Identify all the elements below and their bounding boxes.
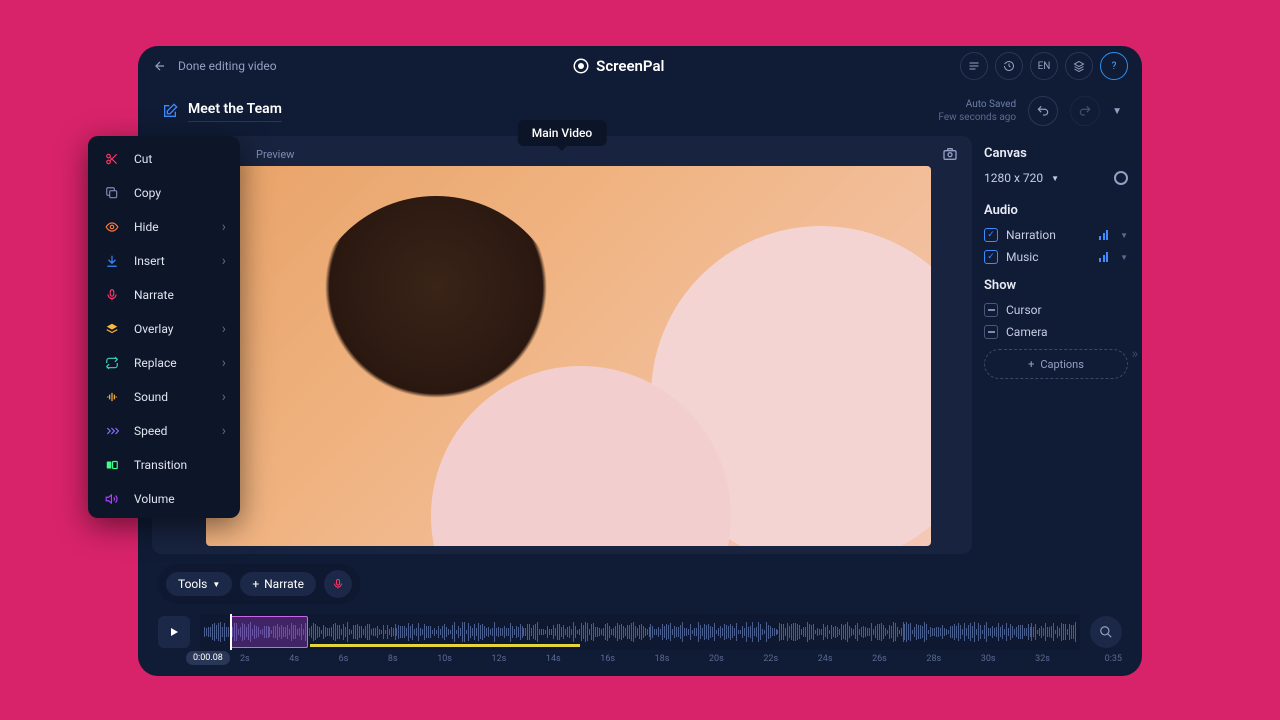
menu-transition[interactable]: Transition bbox=[88, 448, 240, 482]
preview-label: Preview bbox=[256, 148, 294, 161]
canvas-title: Canvas bbox=[984, 146, 1128, 161]
playhead[interactable] bbox=[230, 614, 232, 650]
zoom-button[interactable] bbox=[1090, 616, 1122, 648]
menu-speed[interactable]: Speed bbox=[88, 414, 240, 448]
plus-icon: + bbox=[1028, 358, 1034, 371]
show-cursor-row[interactable]: Cursor bbox=[984, 303, 1128, 317]
preview-panel: Main Video Preview bbox=[152, 136, 972, 554]
show-camera-row[interactable]: Camera bbox=[984, 325, 1128, 339]
current-time-badge: 0:00.08 bbox=[186, 651, 230, 665]
caret-down-icon[interactable]: ▼ bbox=[1112, 106, 1122, 117]
cursor-checkbox[interactable] bbox=[984, 303, 998, 317]
menu-narrate[interactable]: Narrate bbox=[88, 278, 240, 312]
edit-icon bbox=[162, 103, 178, 119]
bottom-area: Tools ▼ + Narrate bbox=[138, 554, 1142, 664]
title-row: Meet the Team Auto Saved Few seconds ago… bbox=[138, 86, 1142, 136]
overlay-icon bbox=[104, 321, 120, 337]
timeline[interactable] bbox=[200, 614, 1080, 650]
narrate-button[interactable]: + Narrate bbox=[240, 572, 316, 596]
audio-music-row[interactable]: ✓ Music ▼ bbox=[984, 250, 1128, 264]
audio-level-icon bbox=[1099, 252, 1108, 262]
music-checkbox[interactable]: ✓ bbox=[984, 250, 998, 264]
camera-checkbox[interactable] bbox=[984, 325, 998, 339]
menu-volume[interactable]: Volume bbox=[88, 482, 240, 516]
plus-icon: + bbox=[252, 577, 259, 591]
sound-icon bbox=[104, 389, 120, 405]
menu-overlay[interactable]: Overlay bbox=[88, 312, 240, 346]
show-title: Show bbox=[984, 278, 1128, 293]
preview-tooltip: Main Video bbox=[518, 120, 607, 146]
audio-level-icon bbox=[1099, 230, 1108, 240]
transition-icon bbox=[104, 457, 120, 473]
language-button[interactable]: EN bbox=[1030, 52, 1058, 80]
audio-narration-row[interactable]: ✓ Narration ▼ bbox=[984, 228, 1128, 242]
save-status: Auto Saved Few seconds ago bbox=[938, 98, 1016, 124]
brand: ScreenPal bbox=[277, 57, 960, 75]
replace-icon bbox=[104, 355, 120, 371]
narrate-icon bbox=[104, 287, 120, 303]
collapse-panel-icon[interactable]: » bbox=[1131, 346, 1138, 362]
menu-copy[interactable]: Copy bbox=[88, 176, 240, 210]
total-time: 0:35 bbox=[1105, 654, 1122, 664]
record-narration-button[interactable] bbox=[324, 570, 352, 598]
audio-title: Audio bbox=[984, 203, 1128, 218]
preview-image[interactable] bbox=[206, 166, 931, 546]
back-label[interactable]: Done editing video bbox=[178, 59, 277, 73]
play-button[interactable] bbox=[158, 616, 190, 648]
camera-icon[interactable] bbox=[942, 146, 958, 162]
menu-insert[interactable]: Insert bbox=[88, 244, 240, 278]
header: Done editing video ScreenPal EN ? bbox=[138, 46, 1142, 86]
help-button[interactable]: ? bbox=[1100, 52, 1128, 80]
track-segment bbox=[310, 644, 580, 647]
hide-icon bbox=[104, 219, 120, 235]
menu-hide[interactable]: Hide bbox=[88, 210, 240, 244]
menu-sound[interactable]: Sound bbox=[88, 380, 240, 414]
menu-cut[interactable]: Cut bbox=[88, 142, 240, 176]
clip-selection[interactable] bbox=[230, 616, 308, 648]
canvas-color-icon[interactable] bbox=[1114, 171, 1128, 185]
queue-icon[interactable] bbox=[960, 52, 988, 80]
volume-icon bbox=[104, 491, 120, 507]
canvas-size-selector[interactable]: 1280 x 720 ▼ bbox=[984, 171, 1128, 185]
insert-icon bbox=[104, 253, 120, 269]
tools-dropdown[interactable]: Tools ▼ bbox=[166, 572, 232, 596]
copy-icon bbox=[104, 185, 120, 201]
cut-icon bbox=[104, 151, 120, 167]
narration-checkbox[interactable]: ✓ bbox=[984, 228, 998, 242]
app-window: Done editing video ScreenPal EN ? Meet t… bbox=[138, 46, 1142, 676]
back-button[interactable] bbox=[152, 58, 168, 74]
project-title[interactable]: Meet the Team bbox=[188, 101, 282, 122]
speed-icon bbox=[104, 423, 120, 439]
menu-replace[interactable]: Replace bbox=[88, 346, 240, 380]
redo-button[interactable] bbox=[1070, 96, 1100, 126]
time-ruler: 0:00.08 2s4s6s8s10s12s14s16s18s20s22s24s… bbox=[158, 654, 1122, 664]
history-icon[interactable] bbox=[995, 52, 1023, 80]
add-captions-button[interactable]: + Captions bbox=[984, 349, 1128, 379]
right-panel: Canvas 1280 x 720 ▼ Audio ✓ Narration ▼ … bbox=[972, 136, 1128, 554]
layers-icon[interactable] bbox=[1065, 52, 1093, 80]
context-menu: Cut Copy Hide Insert Narrate Overlay Rep… bbox=[88, 136, 240, 518]
undo-button[interactable] bbox=[1028, 96, 1058, 126]
